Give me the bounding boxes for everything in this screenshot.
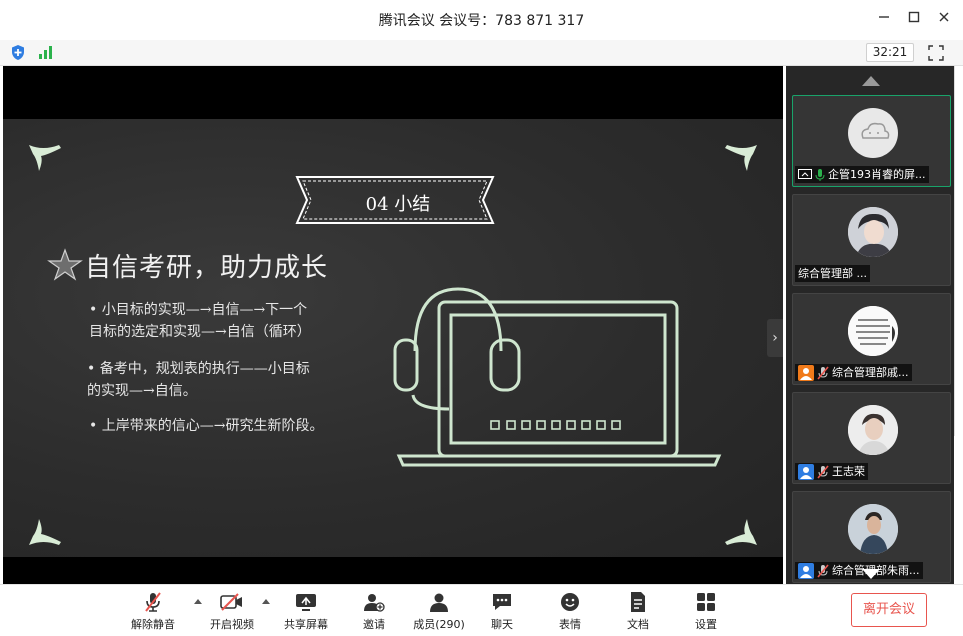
fullscreen-icon[interactable] xyxy=(928,45,944,61)
settings-grid-icon xyxy=(697,593,715,611)
meeting-toolbar: 解除静音 开启视频 共享屏幕 邀请 成员(290) 聊天 表情 文档 设置 离开… xyxy=(0,584,963,636)
security-shield-icon[interactable] xyxy=(10,44,26,61)
invite-label: 邀请 xyxy=(363,618,385,631)
bullet-1-line-1: • 小目标的实现—→自信—→下一个 xyxy=(89,302,308,318)
bullet-1-line-2: 目标的选定和实现—→自信（循环） xyxy=(89,324,311,340)
title-bar: 腾讯会议 会议号：783 871 317 xyxy=(0,0,963,40)
bullet-2-line-1: • 备考中，规划表的执行——小目标 xyxy=(87,361,310,377)
screen-share-icon xyxy=(798,168,812,179)
participant-label: 企管193肖睿的屏... xyxy=(795,166,929,183)
share-screen-button[interactable]: 共享屏幕 xyxy=(282,591,330,635)
start-video-button[interactable]: 开启视频 xyxy=(206,591,258,635)
members-icon xyxy=(430,593,448,612)
unmute-label: 解除静音 xyxy=(131,618,175,631)
bullet-2-line-2: 的实现—→自信。 xyxy=(87,383,197,399)
person-avatar-icon xyxy=(848,405,898,455)
mic-on-icon xyxy=(815,168,825,181)
documents-label: 文档 xyxy=(627,618,649,631)
user-blue-icon xyxy=(798,562,814,579)
cloud-avatar-icon xyxy=(861,122,890,139)
start-video-label: 开启视频 xyxy=(210,618,254,631)
shared-screen: 04 小结 自信考研，助力成长 • 小目标的实现—→自信—→下一个 目标的选定和… xyxy=(3,66,783,584)
audio-options-caret-icon[interactable] xyxy=(194,599,202,604)
participant-label: 王志荣 xyxy=(795,463,868,480)
star-icon xyxy=(47,248,83,281)
unmute-button[interactable]: 解除静音 xyxy=(128,591,178,635)
minimize-icon xyxy=(879,16,889,18)
person-avatar-icon xyxy=(848,207,898,257)
participant-name: 综合管理部 ... xyxy=(798,267,867,280)
user-blue-icon xyxy=(798,463,814,480)
avatar xyxy=(848,207,898,257)
participant-name: 王志荣 xyxy=(832,465,865,478)
maximize-button[interactable] xyxy=(904,10,924,30)
slide-heading: 自信考研，助力成长 xyxy=(85,253,329,283)
mic-muted-icon xyxy=(817,464,829,479)
settings-button[interactable]: 设置 xyxy=(692,591,720,635)
invite-button[interactable]: 邀请 xyxy=(358,591,390,635)
participant-label: 综合管理部朱雨... xyxy=(795,562,923,579)
network-signal-icon[interactable] xyxy=(38,45,54,59)
bullet-3-line-1: • 上岸带来的信心—→研究生新阶段。 xyxy=(89,418,324,434)
expand-panel-button[interactable]: › xyxy=(767,319,783,357)
participant-name: 综合管理部戚... xyxy=(832,366,909,379)
participant-label: 综合管理部 ... xyxy=(795,265,870,282)
mic-muted-icon xyxy=(817,563,829,578)
participant-tile[interactable]: 企管193肖睿的屏... xyxy=(792,95,951,187)
progress-blocks xyxy=(490,420,621,430)
members-label: 成员(290) xyxy=(413,618,465,631)
chat-icon xyxy=(493,594,511,610)
avatar xyxy=(848,306,898,356)
text-card-avatar-icon xyxy=(848,306,898,356)
chat-label: 聊天 xyxy=(491,618,513,631)
avatar xyxy=(848,504,898,554)
document-icon xyxy=(631,592,645,612)
participant-name: 企管193肖睿的屏... xyxy=(828,168,926,181)
participant-tile[interactable]: 王志荣 xyxy=(792,392,951,484)
meeting-timer: 32:21 xyxy=(866,43,914,62)
status-bar: 32:21 xyxy=(0,40,963,66)
share-screen-icon xyxy=(296,594,316,611)
close-button[interactable] xyxy=(934,10,954,30)
presentation-slide: 04 小结 自信考研，助力成长 • 小目标的实现—→自信—→下一个 目标的选定和… xyxy=(3,119,783,557)
video-off-icon xyxy=(220,593,242,611)
avatar xyxy=(848,405,898,455)
slide-bullet-3: • 上岸带来的信心—→研究生新阶段。 xyxy=(89,415,323,437)
chat-button[interactable]: 聊天 xyxy=(488,591,516,635)
invite-user-icon xyxy=(364,594,385,612)
mic-muted-icon xyxy=(817,365,829,380)
minimize-button[interactable] xyxy=(874,10,894,30)
slide-bullet-2: • 备考中，规划表的执行——小目标 的实现—→自信。 xyxy=(87,358,310,402)
scroll-up-icon[interactable] xyxy=(862,76,880,86)
video-options-caret-icon[interactable] xyxy=(262,599,270,604)
documents-button[interactable]: 文档 xyxy=(624,591,652,635)
emoji-icon xyxy=(561,593,579,611)
maximize-icon xyxy=(908,11,920,23)
scroll-down-icon[interactable] xyxy=(862,569,880,579)
share-screen-label: 共享屏幕 xyxy=(284,618,328,631)
meeting-window: 腾讯会议 会议号：783 871 317 32:21 04 小结 自信考研，助力… xyxy=(0,0,963,636)
participant-tile[interactable]: 综合管理部 ... xyxy=(792,194,951,286)
laptop-headphones-icon xyxy=(393,287,722,467)
person-avatar-icon xyxy=(848,504,898,554)
close-icon xyxy=(939,12,949,22)
leave-meeting-button[interactable]: 离开会议 xyxy=(851,593,927,627)
mic-muted-icon xyxy=(145,592,161,612)
participant-tile[interactable]: 综合管理部戚... xyxy=(792,293,951,385)
participant-panel: 企管193肖睿的屏... 综合管理部 ... 综合管理部戚... 王志荣 综合管… xyxy=(786,66,954,584)
slide-bullet-1: • 小目标的实现—→自信—→下一个 目标的选定和实现—→自信（循环） xyxy=(89,299,311,343)
window-title: 腾讯会议 会议号：783 871 317 xyxy=(378,13,585,29)
members-button[interactable]: 成员(290) xyxy=(412,591,466,635)
avatar xyxy=(848,108,898,158)
settings-label: 设置 xyxy=(695,618,717,631)
reactions-label: 表情 xyxy=(559,618,581,631)
reactions-button[interactable]: 表情 xyxy=(556,591,584,635)
participant-label: 综合管理部戚... xyxy=(795,364,912,381)
user-orange-icon xyxy=(798,364,814,381)
window-edge xyxy=(954,66,963,436)
slide-banner-title: 04 小结 xyxy=(365,194,431,215)
